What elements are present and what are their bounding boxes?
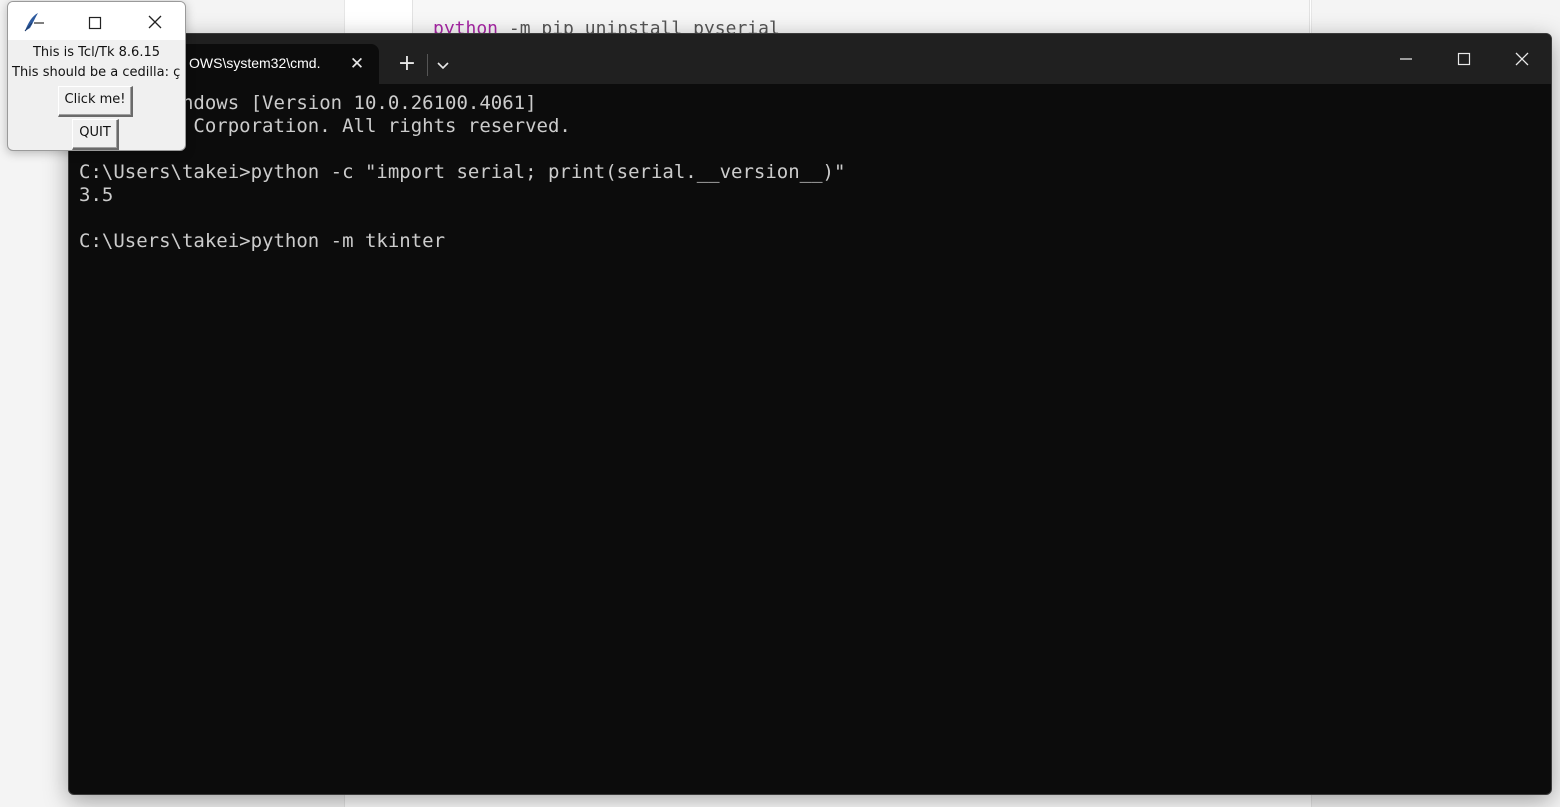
close-icon[interactable] [1499, 42, 1545, 76]
minimize-icon[interactable] [1383, 42, 1429, 76]
tk-cedilla-label: This should be a cedilla: ç [12, 65, 181, 80]
terminal-output[interactable]: Windows [Version 10.0.26100.4061] soft C… [79, 92, 1541, 794]
maximize-icon[interactable] [88, 15, 102, 30]
close-icon[interactable] [147, 14, 163, 30]
quit-button[interactable]: QUIT [72, 119, 119, 150]
tk-feather-icon [22, 11, 46, 33]
tk-window[interactable]: This is Tcl/Tk 8.6.15 This should be a c… [7, 1, 186, 151]
terminal-window[interactable]: OWS\system32\cmd. ✕ + Windows [Version 1… [68, 33, 1552, 795]
tk-titlebar[interactable] [8, 2, 185, 40]
close-icon[interactable]: ✕ [347, 54, 367, 74]
terminal-line: C:\Users\takei>python -m tkinter [79, 230, 446, 252]
terminal-line: Windows [Version 10.0.26100.4061] [79, 92, 537, 114]
maximize-icon[interactable] [1441, 42, 1487, 76]
titlebar-divider [427, 54, 428, 76]
terminal-line: C:\Users\takei>python -c "import serial;… [79, 161, 846, 183]
terminal-tab-title: OWS\system32\cmd. [189, 55, 321, 71]
terminal-line: 3.5 [79, 184, 114, 206]
terminal-titlebar[interactable]: OWS\system32\cmd. ✕ + [69, 34, 1551, 84]
chevron-down-icon[interactable] [433, 52, 453, 78]
plus-icon[interactable]: + [393, 51, 421, 79]
click-me-button[interactable]: Click me! [58, 86, 133, 117]
tk-version-label: This is Tcl/Tk 8.6.15 [32, 45, 161, 60]
terminal-line: soft Corporation. All rights reserved. [79, 115, 571, 137]
